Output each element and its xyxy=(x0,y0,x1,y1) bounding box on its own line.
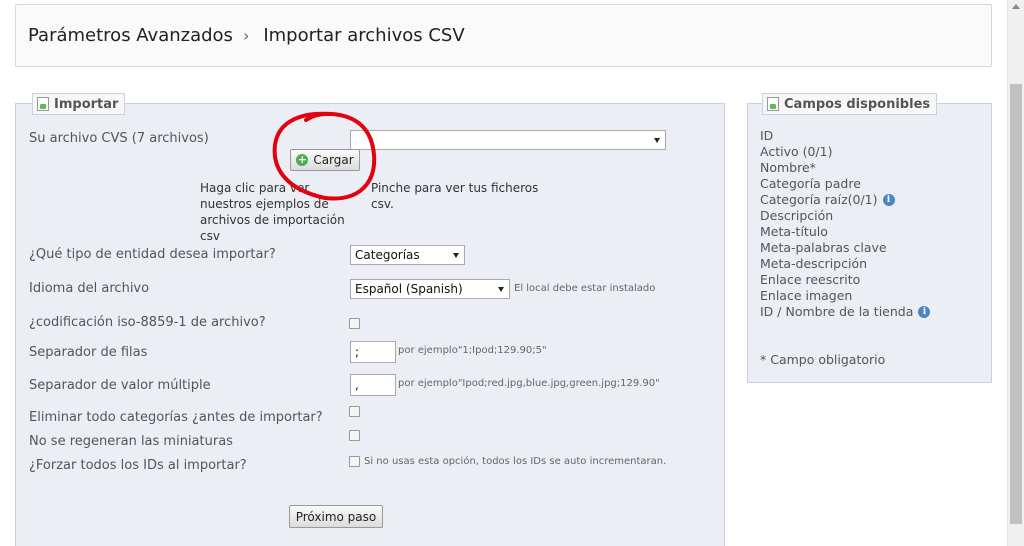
field-item: Meta-palabras clave xyxy=(760,240,887,255)
chevron-right-icon: › xyxy=(242,26,250,45)
document-icon xyxy=(767,97,779,111)
no-thumbnails-checkbox[interactable] xyxy=(349,430,360,441)
upload-button[interactable]: + Cargar xyxy=(290,149,360,171)
row-separator-hint: por ejemplo"1;Ipod;129.90;5" xyxy=(398,345,547,356)
force-ids-label: ¿Forzar todos los IDs al importar? xyxy=(29,458,247,473)
field-list: ID Activo (0/1) Nombre* Categoría padre … xyxy=(760,128,931,320)
chevron-down-icon xyxy=(453,253,459,258)
field-item: ID / Nombre de la tienda i xyxy=(760,304,931,320)
field-item: Activo (0/1) xyxy=(760,144,833,159)
my-files-link[interactable]: Pinche para ver tus ficheros csv. xyxy=(371,180,541,212)
multi-separator-input[interactable]: , xyxy=(350,374,396,396)
delete-label: Eliminar todo categorías ¿antes de impor… xyxy=(29,410,323,425)
plus-icon: + xyxy=(296,153,309,166)
import-title: Importar xyxy=(54,96,119,112)
scrollbar-thumb[interactable] xyxy=(1010,84,1022,524)
encoding-checkbox[interactable] xyxy=(349,318,360,329)
document-icon xyxy=(37,97,49,111)
import-legend: Importar xyxy=(32,93,126,115)
fields-title: Campos disponibles xyxy=(784,96,931,112)
next-step-button[interactable]: Próximo paso xyxy=(289,505,383,528)
language-hint: El local debe estar instalado xyxy=(514,283,656,294)
field-item: Descripción xyxy=(760,208,834,223)
entity-label: ¿Qué tipo de entidad desea importar? xyxy=(29,247,276,262)
page-title: Importar archivos CSV xyxy=(263,25,465,46)
file-select[interactable] xyxy=(350,130,666,150)
field-item: Meta-descripción xyxy=(760,256,868,271)
field-item: Enlace reescrito xyxy=(760,272,861,287)
row-separator-label: Separador de filas xyxy=(29,345,148,360)
language-select[interactable]: Español (Spanish) xyxy=(350,279,510,299)
field-item: Enlace imagen xyxy=(760,288,853,303)
breadcrumb: Parámetros Avanzados › Importar archivos… xyxy=(15,4,992,67)
upload-label: Cargar xyxy=(313,153,354,167)
no-thumbnails-label: No se regeneran las miniaturas xyxy=(29,434,233,449)
force-ids-hint: Si no usas esta opción, todos los IDs se… xyxy=(364,456,667,467)
scrollbar[interactable] xyxy=(1007,0,1024,546)
examples-link[interactable]: Haga clic para ver nuestros ejemplos de … xyxy=(200,180,360,244)
field-item: Nombre* xyxy=(760,160,816,175)
force-ids-checkbox[interactable] xyxy=(349,456,360,467)
file-label: Su archivo CVS (7 archivos) xyxy=(29,131,209,146)
language-label: Idioma del archivo xyxy=(29,281,150,296)
scroll-up-icon[interactable] xyxy=(1012,4,1020,9)
field-item: Categoría raíz(0/1) i xyxy=(760,192,930,208)
info-icon[interactable]: i xyxy=(882,194,895,206)
info-icon[interactable]: i xyxy=(918,306,931,318)
field-item: ID xyxy=(760,128,774,143)
fields-legend: Campos disponibles xyxy=(762,93,938,115)
chevron-down-icon xyxy=(498,287,504,292)
field-item: Categoría padre xyxy=(760,176,861,191)
multi-separator-hint: por ejemplo"Ipod;red.jpg,blue.jpg,green.… xyxy=(398,378,660,389)
breadcrumb-parent[interactable]: Parámetros Avanzados xyxy=(28,25,233,46)
field-item: Meta-título xyxy=(760,224,828,239)
required-note: * Campo obligatorio xyxy=(760,352,886,367)
row-separator-input[interactable]: ; xyxy=(350,341,396,363)
encoding-label: ¿codificación iso-8859-1 de archivo? xyxy=(29,315,266,330)
delete-checkbox[interactable] xyxy=(349,406,360,417)
entity-select[interactable]: Categorías xyxy=(350,245,465,265)
multi-separator-label: Separador de valor múltiple xyxy=(29,378,211,393)
chevron-down-icon xyxy=(654,138,660,143)
